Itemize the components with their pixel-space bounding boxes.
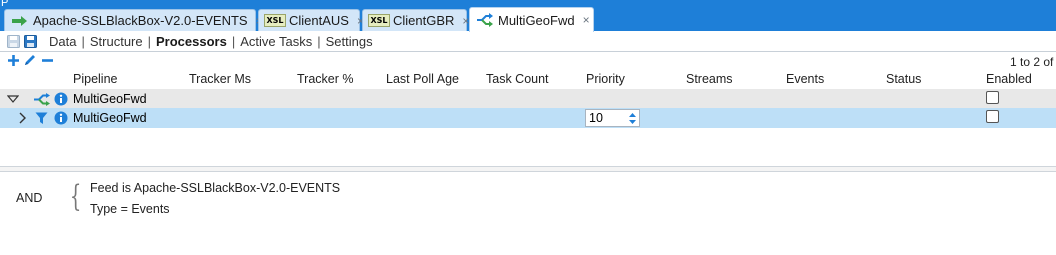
processor-name: MultiGeoFwd — [73, 111, 147, 125]
xsl-icon: XSL — [264, 14, 286, 27]
nav-processors[interactable]: Processors — [156, 34, 227, 49]
expand-arrow-icon[interactable] — [7, 95, 19, 103]
split-divider[interactable] — [0, 166, 1056, 172]
tab-label: ClientGBR — [393, 13, 455, 28]
app-menu-glyph[interactable]: P — [1, 0, 8, 9]
remove-icon[interactable] — [40, 53, 54, 67]
feed-icon — [11, 14, 29, 28]
pipeline-icon — [476, 13, 494, 27]
nav-separator: | — [147, 33, 151, 49]
enabled-checkbox[interactable] — [986, 110, 999, 123]
nav-data[interactable]: Data — [49, 34, 76, 49]
tab-label: MultiGeoFwd — [498, 12, 575, 28]
nav-separator: | — [81, 33, 85, 49]
tab-client-aus[interactable]: XSL ClientAUS × — [258, 9, 364, 31]
section-links: Data | Structure | Processors | Active T… — [49, 34, 373, 49]
nav-structure[interactable]: Structure — [90, 34, 143, 49]
chevron-right-icon[interactable] — [19, 112, 27, 124]
expression-term[interactable]: Feed is Apache-SSLBlackBox-V2.0-EVENTS — [90, 181, 340, 195]
tab-label: ClientAUS — [289, 13, 349, 28]
priority-value: 10 — [589, 111, 603, 125]
col-pipeline[interactable]: Pipeline — [73, 72, 117, 86]
pager-text: 1 to 2 of 2 — [1010, 55, 1056, 69]
col-tracker-pct[interactable]: Tracker % — [297, 72, 354, 86]
tab-apache-feed[interactable]: Apache-SSLBlackBox-V2.0-EVENTS × — [4, 9, 263, 31]
tab-client-gbr[interactable]: XSL ClientGBR × — [362, 9, 469, 31]
nav-settings[interactable]: Settings — [326, 34, 373, 49]
nav-active-tasks[interactable]: Active Tasks — [240, 34, 312, 49]
priority-stepper[interactable]: 10 — [585, 109, 640, 127]
tab-strip: P Apache-SSLBlackBox-V2.0-EVENTS × XSL C… — [0, 0, 1056, 32]
nav-separator: | — [317, 33, 321, 49]
edit-icon[interactable] — [23, 53, 37, 67]
col-last-poll-age[interactable]: Last Poll Age — [386, 72, 459, 86]
info-icon[interactable] — [54, 92, 68, 106]
info-icon[interactable] — [54, 111, 68, 125]
processor-toolbar — [6, 53, 54, 67]
tab-multigeofwd[interactable]: MultiGeoFwd × — [469, 7, 594, 32]
expression-operator[interactable]: AND — [16, 191, 42, 205]
enabled-checkbox[interactable] — [986, 91, 999, 104]
close-icon[interactable]: × — [583, 13, 590, 27]
expression-term[interactable]: Type = Events — [90, 202, 170, 216]
save-all-icon[interactable] — [24, 34, 37, 48]
spinner-icon[interactable] — [626, 111, 638, 125]
section-nav-bar: Data | Structure | Processors | Active T… — [0, 32, 1056, 50]
pipeline-icon — [33, 93, 51, 106]
nav-separator: | — [231, 33, 236, 49]
brace-icon: { — [69, 179, 82, 214]
table-row[interactable]: MultiGeoFwd 10 — [0, 108, 1056, 128]
pipeline-name: MultiGeoFwd — [73, 92, 147, 106]
col-events[interactable]: Events — [786, 72, 824, 86]
col-status[interactable]: Status — [886, 72, 921, 86]
col-enabled[interactable]: Enabled — [986, 72, 1032, 86]
xsl-icon: XSL — [368, 14, 390, 27]
table-header: Pipeline Tracker Ms Tracker % Last Poll … — [0, 71, 1056, 88]
col-task-count[interactable]: Task Count — [486, 72, 549, 86]
col-tracker-ms[interactable]: Tracker Ms — [189, 72, 251, 86]
divider — [0, 51, 1056, 52]
tab-label: Apache-SSLBlackBox-V2.0-EVENTS — [33, 13, 248, 28]
col-streams[interactable]: Streams — [686, 72, 733, 86]
add-icon[interactable] — [6, 53, 20, 67]
save-icon[interactable] — [7, 34, 20, 48]
col-priority[interactable]: Priority — [586, 72, 625, 86]
table-row[interactable]: MultiGeoFwd — [0, 89, 1056, 109]
filter-icon — [35, 112, 48, 125]
